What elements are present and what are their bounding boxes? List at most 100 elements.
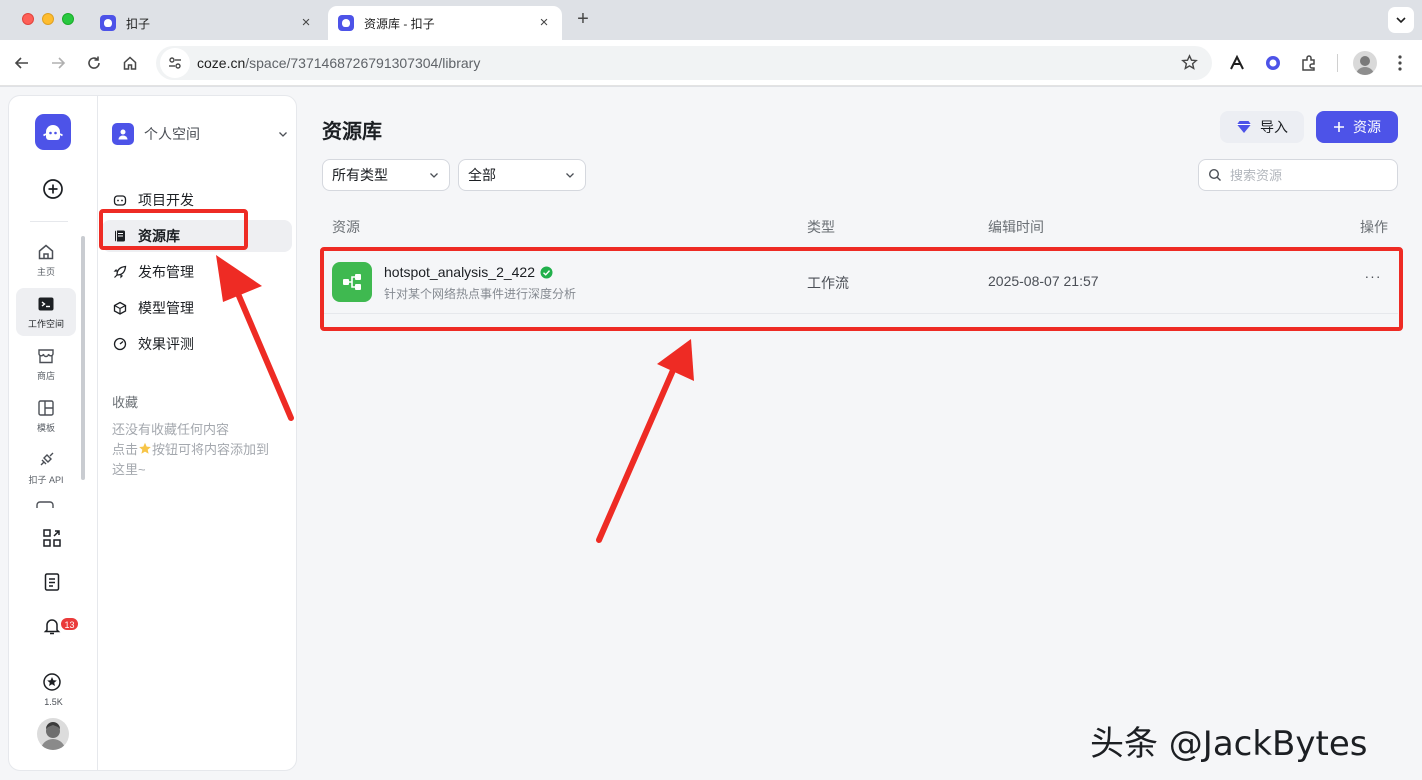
star-button[interactable]: [42, 672, 64, 694]
nav-item-label: 项目开发: [138, 192, 194, 208]
forward-button[interactable]: [45, 50, 71, 76]
resource-description: 针对某个网络热点事件进行深度分析: [384, 287, 577, 301]
type-filter-select[interactable]: 所有类型: [322, 159, 450, 191]
home-button[interactable]: [117, 50, 143, 76]
favorites-empty-line: 这里~: [112, 462, 146, 477]
rail-divider: [30, 221, 68, 222]
nav-item-publish[interactable]: 发布管理: [102, 256, 292, 288]
site-settings-icon[interactable]: [160, 48, 190, 78]
space-selector[interactable]: 个人空间: [112, 122, 288, 146]
nav-item-project-dev[interactable]: 项目开发: [102, 184, 292, 216]
type-filter-value: 所有类型: [332, 167, 388, 183]
workflow-icon: [332, 262, 372, 302]
column-header-edit-time: 编辑时间: [988, 219, 1044, 235]
resource-name: hotspot_analysis_2_422: [384, 264, 553, 280]
rail-item-templates[interactable]: 模板: [16, 392, 76, 440]
user-avatar[interactable]: [37, 718, 69, 750]
chevron-down-icon: [430, 173, 438, 178]
rail-label: 扣子 API: [28, 474, 64, 485]
nav-item-label: 模型管理: [138, 300, 194, 316]
document-icon: [44, 573, 60, 591]
reload-icon: [88, 56, 100, 69]
column-header-actions: 操作: [1360, 219, 1388, 235]
more-actions-button[interactable]: ···: [1362, 267, 1384, 289]
search-resources[interactable]: [1198, 159, 1398, 191]
gauge-icon: [112, 336, 128, 352]
resource-type: 工作流: [807, 275, 849, 291]
nav-item-models[interactable]: 模型管理: [102, 292, 292, 324]
star-circle-icon: [43, 673, 61, 691]
rail-item-api[interactable]: 扣子 API: [16, 444, 76, 492]
coze-favicon-icon: [100, 15, 116, 31]
apps-grid-icon: [43, 529, 61, 547]
new-tab-button[interactable]: +: [572, 9, 594, 31]
library-main: 资源库 导入 资源 所有类型 全部 资源 类型 编辑时间 操作: [297, 87, 1422, 780]
extensions-puzzle-icon[interactable]: [1298, 52, 1320, 74]
browser-menu-icon[interactable]: [1389, 52, 1411, 74]
extension-icon[interactable]: [1226, 52, 1248, 74]
browser-tab-library[interactable]: 资源库 - 扣子 ×: [328, 6, 562, 40]
library-book-icon: [112, 228, 128, 244]
chevron-down-icon: [1396, 17, 1406, 24]
arrow-right-icon: [52, 57, 66, 69]
star-icon: [139, 442, 151, 454]
home-icon: [123, 56, 137, 70]
address-bar[interactable]: coze.cn/space/7371468726791307304/librar…: [156, 46, 1212, 80]
coze-favicon-icon: [338, 15, 354, 31]
rail-label: 工作空间: [27, 318, 64, 329]
extension-icon[interactable]: [1262, 52, 1284, 74]
window-zoom-button[interactable]: [62, 13, 74, 25]
window-close-button[interactable]: [22, 13, 34, 25]
scope-filter-select[interactable]: 全部: [458, 159, 586, 191]
resource-name-text: hotspot_analysis_2_422: [384, 264, 536, 280]
table-row[interactable]: hotspot_analysis_2_422 针对某个网络热点事件进行深度分析 …: [322, 250, 1398, 314]
tab-close-icon[interactable]: ×: [536, 15, 552, 31]
watermark: 头条 @JackBytes: [1090, 724, 1368, 764]
rail-item-store[interactable]: 商店: [16, 340, 76, 388]
search-input[interactable]: [1230, 167, 1390, 183]
nav-item-evaluation[interactable]: 效果评测: [102, 328, 292, 360]
star-count: 1.5K: [44, 697, 63, 707]
import-button[interactable]: 导入: [1220, 111, 1304, 143]
reload-button[interactable]: [81, 50, 107, 76]
docs-button[interactable]: [42, 572, 64, 594]
store-icon: [38, 348, 54, 363]
tab-title: 扣子: [126, 16, 151, 31]
api-plug-icon: [40, 452, 54, 465]
back-button[interactable]: [9, 50, 35, 76]
coze-logo-icon[interactable]: [35, 114, 71, 150]
user-space-icon: [112, 123, 134, 145]
nav-item-library[interactable]: 资源库: [102, 220, 292, 252]
create-button[interactable]: [42, 178, 64, 200]
plus-circle-icon: [43, 179, 63, 199]
browser-tab-coze[interactable]: 扣子 ×: [90, 6, 324, 40]
nav-item-label: 资源库: [138, 228, 180, 244]
space-name: 个人空间: [144, 126, 200, 142]
tab-title: 资源库 - 扣子: [364, 16, 435, 31]
notification-badge: 13: [60, 617, 79, 631]
rail-label: 商店: [36, 370, 55, 381]
tab-search-button[interactable]: [1388, 7, 1414, 33]
rail-label: 主页: [36, 266, 55, 277]
url-host: coze.cn: [197, 55, 246, 71]
grid-apps-button[interactable]: [42, 528, 64, 550]
url-text: coze.cn/space/7371468726791307304/librar…: [197, 55, 480, 71]
add-resource-label: 资源: [1353, 119, 1381, 135]
verified-check-icon: [540, 266, 553, 278]
add-resource-button[interactable]: 资源: [1316, 111, 1398, 143]
rail-item-workspace[interactable]: 工作空间: [16, 288, 76, 336]
nav-item-label: 效果评测: [138, 336, 194, 352]
bookmark-star-icon[interactable]: [1181, 54, 1198, 74]
rail-scrollbar[interactable]: [81, 236, 85, 480]
robot-icon: [112, 192, 128, 208]
rail-item-home[interactable]: 主页: [16, 236, 76, 284]
profile-avatar[interactable]: [1353, 51, 1377, 75]
favorites-empty-line: 点击 按钮可将内容添加到: [112, 440, 292, 460]
rail-item-partial[interactable]: [35, 498, 55, 508]
url-path: /space/7371468726791307304/library: [245, 55, 481, 71]
favorites-title: 收藏: [112, 395, 139, 410]
primary-nav-rail: 主页 工作空间 商店 模板 扣子 API 13 1.5K: [8, 95, 97, 771]
browser-tab-bar: 扣子 × 资源库 - 扣子 × +: [0, 0, 1422, 40]
tab-close-icon[interactable]: ×: [298, 15, 314, 31]
window-minimize-button[interactable]: [42, 13, 54, 25]
